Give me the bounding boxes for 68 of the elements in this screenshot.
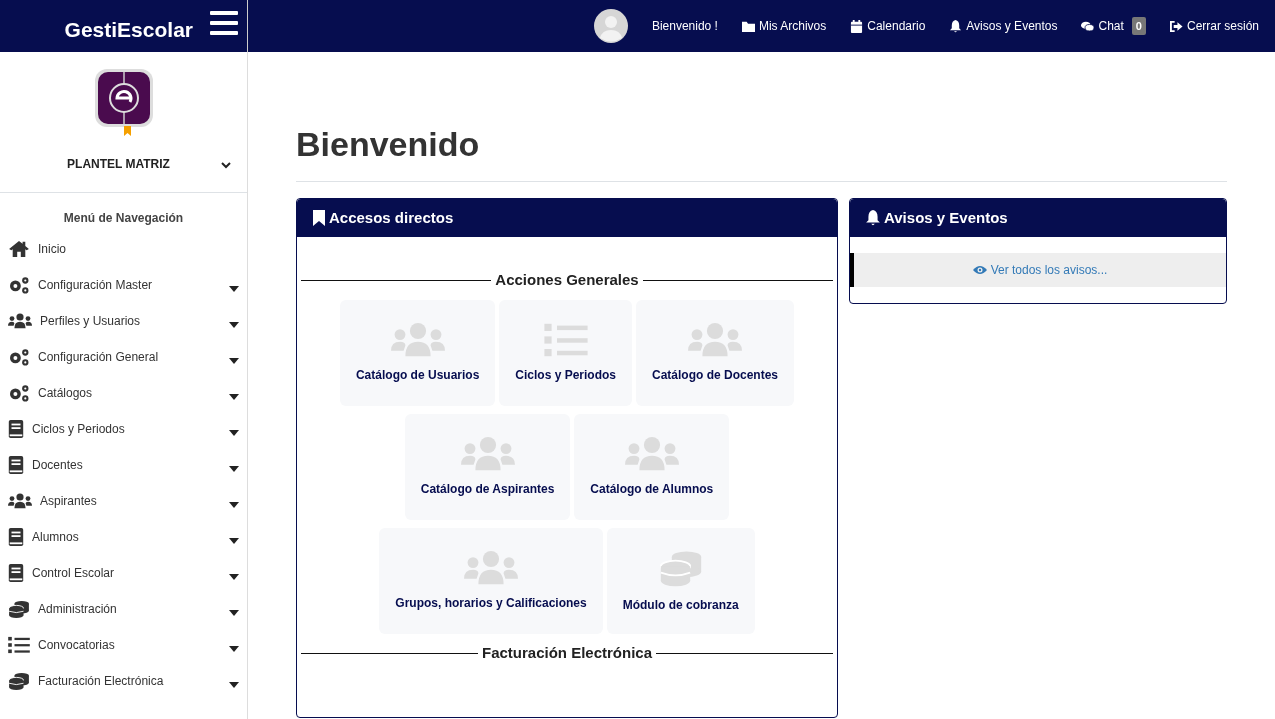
- calendar-icon: [850, 19, 864, 33]
- bell-icon: [949, 19, 963, 33]
- folder-icon: [741, 19, 755, 33]
- nav-link[interactable]: Calendario: [850, 17, 926, 35]
- shortcut-tile[interactable]: Ciclos y Periodos: [499, 299, 632, 406]
- sidebar-item[interactable]: Configuración Master: [0, 267, 247, 303]
- bell-icon: [866, 210, 880, 227]
- list-icon: [8, 636, 30, 654]
- view-all-link[interactable]: Ver todos los avisos...: [850, 253, 1226, 288]
- users-icon: [390, 321, 445, 358]
- sidebar-item[interactable]: Aspirantes: [0, 483, 247, 519]
- users-icon: [8, 312, 32, 330]
- sidebar-item[interactable]: Control Escolar: [0, 555, 247, 591]
- bookmark-icon: [313, 210, 325, 227]
- shortcut-tile[interactable]: Catálogo de Docentes: [636, 299, 795, 406]
- nav-link[interactable]: Cerrar sesión: [1169, 17, 1259, 35]
- sidebar-item[interactable]: Inicio: [0, 231, 247, 267]
- campus-name: PLANTEL MATRIZ: [66, 156, 171, 173]
- book-icon: [8, 564, 24, 582]
- gears-icon: [8, 276, 30, 294]
- list-icon: [543, 321, 588, 358]
- sidebar-item[interactable]: Alumnos: [0, 519, 247, 555]
- eye-icon: [972, 265, 987, 276]
- chat-icon: [1081, 19, 1095, 33]
- section-title: Facturación Electrónica: [481, 642, 653, 663]
- sidebar-item[interactable]: Configuración General: [0, 339, 247, 375]
- count-badge: 0: [1131, 16, 1146, 36]
- shortcut-tile[interactable]: Catálogo de Usuarios: [339, 299, 496, 406]
- chevron-icon: [221, 160, 231, 169]
- book-icon: [8, 528, 24, 546]
- book-icon: [8, 456, 24, 474]
- home-icon: [8, 240, 30, 258]
- gears-icon: [8, 348, 30, 366]
- shortcut-tile[interactable]: Catálogo de Aspirantes: [404, 413, 571, 520]
- shortcut-tile[interactable]: Catálogo de Alumnos: [574, 413, 730, 520]
- sidebar-item[interactable]: Administración: [0, 591, 247, 627]
- sidebar-item[interactable]: Facturación Electrónica: [0, 663, 247, 699]
- sidebar-item[interactable]: Catálogos: [0, 375, 247, 411]
- logout-icon: [1169, 19, 1183, 33]
- sidebar-item[interactable]: Perfiles y Usuarios: [0, 303, 247, 339]
- nav-link[interactable]: Mis Archivos: [741, 17, 827, 35]
- shortcut-tile[interactable]: Grupos, horarios y Calificaciones: [379, 527, 603, 634]
- sidebar-item[interactable]: Convocatorias: [0, 627, 247, 663]
- coins-icon: [8, 600, 30, 618]
- users-icon: [460, 435, 515, 472]
- users-icon: [624, 435, 679, 472]
- book-icon: [8, 420, 24, 438]
- users-icon: [464, 549, 518, 586]
- app-title: GestiEscolar: [64, 17, 193, 43]
- users-icon: [8, 492, 32, 510]
- page-title: Bienvenido: [296, 100, 1227, 182]
- shortcut-tile[interactable]: Módulo de cobranza: [606, 527, 755, 634]
- panel-title: Accesos directos: [329, 207, 454, 228]
- avatar-icon: [593, 9, 628, 43]
- menu-title: Menú de Navegación: [62, 210, 185, 227]
- logo-icon: [93, 68, 154, 136]
- panel-title: Avisos y Eventos: [884, 207, 1008, 228]
- section-title: Acciones Generales: [495, 270, 639, 291]
- sidebar-item[interactable]: Ciclos y Periodos: [0, 411, 247, 447]
- coins-icon: [8, 672, 30, 690]
- menu-button[interactable]: [209, 8, 239, 38]
- gears-icon: [8, 384, 30, 402]
- users-icon: [688, 321, 743, 358]
- menu-icon: [209, 8, 239, 38]
- chat-link[interactable]: Chat 0: [1081, 16, 1146, 36]
- sidebar-item[interactable]: Docentes: [0, 447, 247, 483]
- greeting-text: Bienvenido !: [651, 18, 718, 35]
- nav-link[interactable]: Avisos y Eventos: [949, 17, 1058, 35]
